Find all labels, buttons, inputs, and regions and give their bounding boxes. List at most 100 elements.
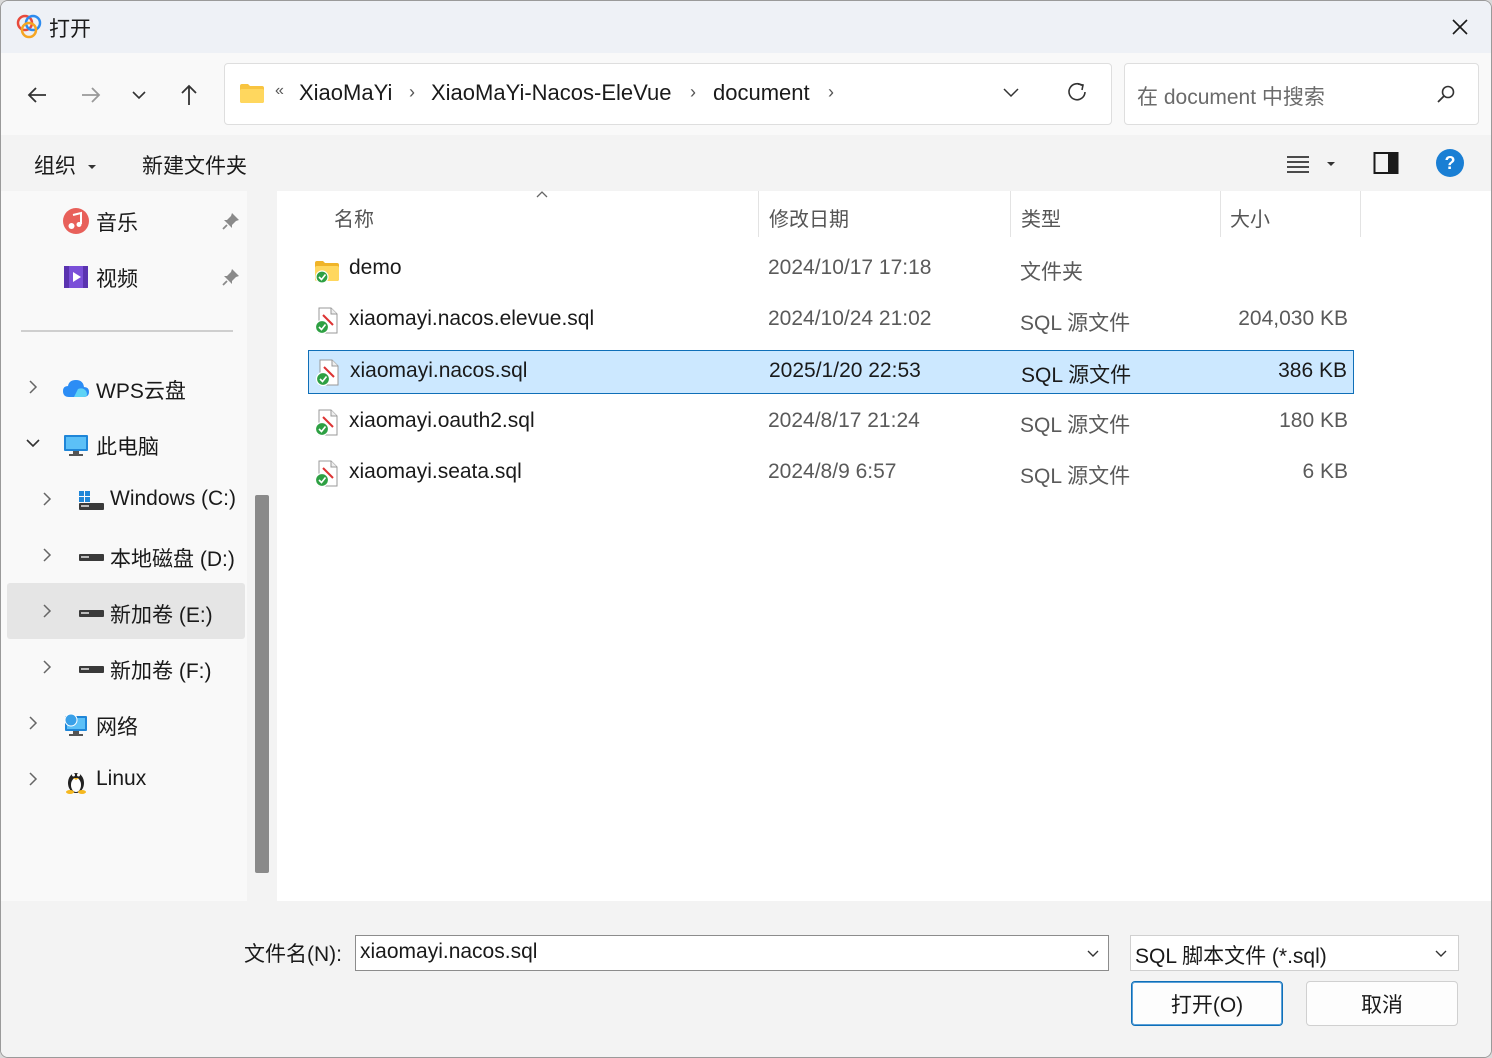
sidebar-item-label: 网络	[96, 716, 138, 739]
caret-down-icon[interactable]	[1325, 159, 1337, 169]
file-list: 名称 修改日期 类型 大小 demo 2024/10/17 17:18 文件夹	[277, 191, 1491, 901]
file-row[interactable]: xiaomayi.oauth2.sql 2024/8/17 21:24 SQL …	[308, 401, 1354, 445]
close-icon	[1452, 19, 1468, 35]
column-divider[interactable]	[758, 191, 759, 237]
address-bar[interactable]: « XiaoMaYi › XiaoMaYi-Nacos-EleVue › doc…	[224, 63, 1112, 125]
chevron-down-icon[interactable]	[25, 437, 41, 449]
chevron-right-icon[interactable]	[27, 379, 39, 395]
column-divider[interactable]	[1220, 191, 1221, 237]
chevron-right-icon[interactable]	[41, 603, 53, 619]
cancel-button[interactable]: 取消	[1306, 981, 1458, 1026]
file-date: 2024/10/17 17:18	[768, 256, 932, 279]
recent-locations-button[interactable]	[119, 75, 159, 115]
sidebar-item-label: 新加卷 (E:)	[110, 604, 213, 627]
breadcrumb-item[interactable]: XiaoMaYi	[299, 80, 392, 106]
file-row[interactable]: demo 2024/10/17 17:18 文件夹	[308, 248, 1354, 292]
organize-menu[interactable]: 组织	[34, 150, 98, 180]
navigation-bar: « XiaoMaYi › XiaoMaYi-Nacos-EleVue › doc…	[1, 53, 1491, 135]
filetype-select[interactable]: SQL 脚本文件 (*.sql)	[1130, 935, 1459, 971]
breadcrumb-item[interactable]: document	[713, 80, 810, 106]
sidebar-item-label: 视频	[96, 268, 138, 291]
preview-pane-icon[interactable]	[1373, 151, 1399, 175]
back-button[interactable]	[17, 75, 57, 115]
file-type: SQL 源文件	[1021, 364, 1132, 387]
column-header-size[interactable]: 大小	[1230, 191, 1270, 237]
sidebar-item-label: WPS云盘	[96, 380, 186, 403]
sql-file-icon	[314, 409, 338, 437]
sidebar-item-wps-cloud[interactable]: WPS云盘	[7, 361, 245, 415]
search-icon	[1437, 85, 1455, 103]
close-button[interactable]	[1429, 1, 1491, 53]
file-date: 2024/8/17 21:24	[768, 409, 920, 432]
caret-down-icon	[87, 165, 96, 170]
file-row[interactable]: xiaomayi.seata.sql 2024/8/9 6:57 SQL 源文件…	[308, 452, 1354, 496]
forward-button[interactable]	[71, 75, 111, 115]
file-name: xiaomayi.nacos.sql	[350, 359, 528, 382]
sidebar-item-drive-f[interactable]: 新加卷 (F:)	[7, 641, 245, 695]
breadcrumb-separator[interactable]: ›	[409, 82, 415, 103]
search-input[interactable]: 在 document 中搜索	[1124, 63, 1479, 125]
windows-drive-icon	[79, 491, 104, 510]
sidebar-item-label: 本地磁盘 (D:)	[110, 548, 235, 571]
view-options-icon[interactable]	[1286, 154, 1310, 174]
file-size: 204,030 KB	[1238, 307, 1348, 330]
drive-icon	[79, 610, 104, 617]
open-button[interactable]: 打开(O)	[1131, 981, 1283, 1026]
sidebar-item-drive-d[interactable]: 本地磁盘 (D:)	[7, 529, 245, 583]
svg-text:?: ?	[1445, 153, 1456, 173]
file-size: 386 KB	[1278, 359, 1347, 382]
file-row-selected[interactable]: xiaomayi.nacos.sql 2025/1/20 22:53 SQL 源…	[308, 350, 1354, 394]
breadcrumb-overflow[interactable]: «	[275, 82, 284, 100]
file-row[interactable]: xiaomayi.nacos.elevue.sql 2024/10/24 21:…	[308, 299, 1354, 343]
up-button[interactable]	[169, 75, 209, 115]
sql-file-icon	[314, 460, 338, 488]
file-date: 2025/1/20 22:53	[769, 359, 921, 382]
chevron-right-icon[interactable]	[41, 547, 53, 563]
organize-label: 组织	[34, 155, 76, 178]
file-date: 2024/8/9 6:57	[768, 460, 897, 483]
sidebar-item-drive-e[interactable]: 新加卷 (E:)	[7, 583, 245, 639]
help-icon[interactable]: ?	[1435, 148, 1465, 178]
sidebar-item-drive-c[interactable]: Windows (C:)	[7, 473, 245, 527]
title-bar: 打开	[1, 1, 1491, 53]
sidebar-item-videos[interactable]: 视频	[7, 249, 245, 303]
sidebar-scroll-thumb[interactable]	[255, 495, 269, 873]
pin-icon[interactable]	[221, 267, 241, 287]
chevron-down-icon[interactable]	[1086, 946, 1100, 960]
arrow-up-icon	[181, 84, 197, 105]
folder-icon	[315, 261, 339, 284]
column-header-date[interactable]: 修改日期	[769, 191, 849, 237]
file-type: SQL 源文件	[1020, 312, 1131, 335]
sidebar-item-linux[interactable]: Linux	[7, 753, 245, 807]
chevron-right-icon[interactable]	[27, 715, 39, 731]
folder-icon	[240, 84, 264, 103]
drive-icon	[79, 666, 104, 673]
column-divider[interactable]	[1010, 191, 1011, 237]
sidebar-item-this-pc[interactable]: 此电脑	[7, 417, 245, 471]
breadcrumb-separator[interactable]: ›	[690, 82, 696, 103]
sql-file-icon	[315, 359, 339, 387]
sidebar-item-label: Windows (C:)	[110, 487, 237, 510]
filename-value: xiaomayi.nacos.sql	[360, 940, 538, 963]
cloud-icon	[63, 380, 89, 397]
sidebar-item-network[interactable]: 网络	[7, 697, 245, 751]
computer-icon	[64, 435, 88, 456]
file-name: xiaomayi.seata.sql	[349, 460, 522, 483]
column-header-name[interactable]: 名称	[334, 191, 374, 237]
filename-input[interactable]: xiaomayi.nacos.sql	[355, 935, 1109, 971]
command-bar: 组织 新建文件夹 ?	[1, 135, 1491, 191]
chevron-right-icon[interactable]	[41, 491, 53, 507]
chevron-right-icon[interactable]	[41, 659, 53, 675]
refresh-icon[interactable]	[1065, 80, 1089, 104]
sidebar-item-music[interactable]: 音乐	[7, 193, 245, 247]
pin-icon[interactable]	[221, 211, 241, 231]
column-divider[interactable]	[1360, 191, 1361, 237]
column-header-type[interactable]: 类型	[1021, 191, 1061, 237]
breadcrumb-separator[interactable]: ›	[828, 82, 834, 103]
chevron-right-icon[interactable]	[27, 771, 39, 787]
file-type: SQL 源文件	[1020, 465, 1131, 488]
chevron-down-icon[interactable]	[1001, 82, 1021, 102]
sidebar-item-label: 音乐	[96, 212, 138, 235]
breadcrumb-item[interactable]: XiaoMaYi-Nacos-EleVue	[431, 80, 671, 106]
new-folder-button[interactable]: 新建文件夹	[142, 150, 247, 180]
